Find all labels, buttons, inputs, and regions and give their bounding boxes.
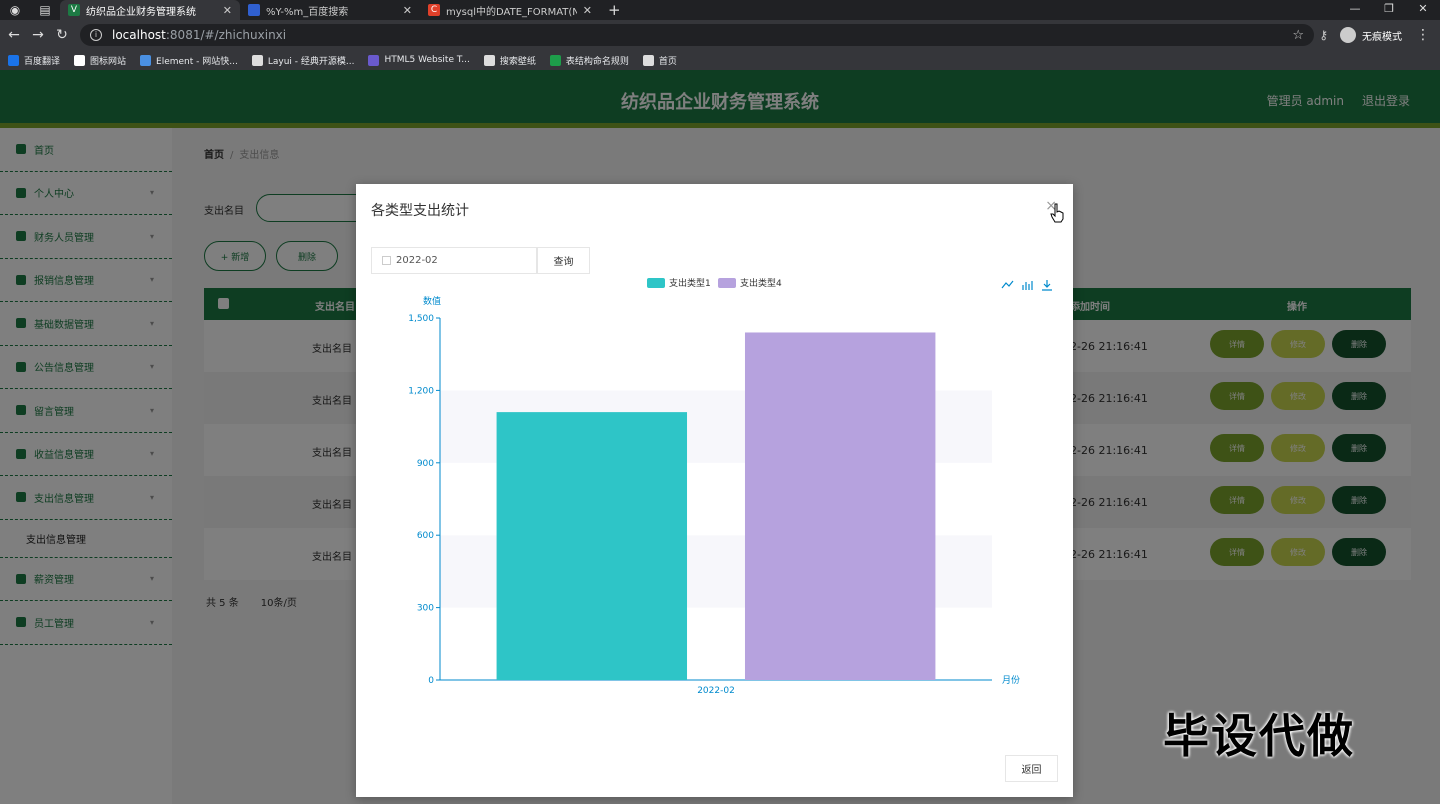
- incognito-icon: [1340, 27, 1356, 43]
- back-arrow-icon[interactable]: ←: [2, 27, 26, 43]
- browser-tabbar: ◉ ▤ V 纺织品企业财务管理系统 ✕ %Y-%m_百度搜索 ✕ Cmysql中的DATE…: [0, 0, 1440, 20]
- y-tick-label: 300: [417, 604, 434, 614]
- bookmark-item[interactable]: Layui - 经典开源模...: [251, 54, 355, 67]
- reload-icon[interactable]: ↻: [50, 27, 74, 43]
- new-tab-icon[interactable]: +: [608, 1, 621, 19]
- hand-cursor-icon: [1050, 203, 1064, 223]
- y-tick-label: 900: [417, 459, 434, 469]
- tab-favicon-icon: V: [68, 4, 80, 16]
- bookmark-label: 搜索壁纸: [499, 56, 536, 67]
- y-axis-label: 数值: [423, 295, 441, 307]
- bookmark-label: Element - 网站快...: [156, 56, 238, 67]
- legend-label: 支出类型1: [669, 277, 711, 289]
- more-menu-icon[interactable]: ⋮: [1416, 27, 1430, 43]
- tab-favicon-icon: C: [428, 4, 440, 16]
- password-key-icon[interactable]: ⚷: [1319, 28, 1328, 42]
- legend-label: 支出类型4: [740, 277, 782, 289]
- month-picker-value: 2022-02: [396, 255, 438, 266]
- tab-close-icon[interactable]: ✕: [403, 4, 412, 17]
- tab-close-icon[interactable]: ✕: [583, 4, 592, 17]
- bookmark-label: 图标网站: [90, 56, 127, 67]
- address-bar[interactable]: i localhost:8081/#/zhichuxinxi ☆: [80, 24, 1314, 46]
- tab-strip: V 纺织品企业财务管理系统 ✕ %Y-%m_百度搜索 ✕ Cmysql中的DATE_FOR…: [60, 0, 600, 20]
- site-info-icon[interactable]: i: [90, 29, 102, 41]
- window-controls: — ❐ ✕: [1338, 0, 1440, 20]
- x-axis-label: 月份: [1002, 674, 1020, 686]
- bookmark-label: HTML5 Website T...: [384, 55, 470, 65]
- watermark-text: 毕设代做: [1163, 709, 1355, 763]
- bookmark-item[interactable]: 图标网站: [74, 54, 126, 67]
- toolbar-right: ⚷ 无痕模式 ⋮: [1319, 20, 1440, 50]
- bookmark-favicon-icon: [549, 54, 561, 66]
- tab-close-icon[interactable]: ✕: [223, 4, 232, 17]
- bookmark-item[interactable]: Element - 网站快...: [140, 54, 238, 67]
- browser-menu-icon[interactable]: ◉: [0, 0, 30, 20]
- tab-title: mysql中的DATE_FORMAT(NO: [446, 6, 577, 18]
- expense-bar-chart: 0 300 600 900 1,200 1,500 数值月份 2022-02 支出类型1 支出类型…: [408, 277, 1052, 696]
- modal-title: 各类型支出统计: [371, 203, 469, 219]
- bookmark-item[interactable]: 首页: [642, 54, 677, 67]
- bookmark-favicon-icon: [74, 54, 86, 66]
- bookmark-label: 表结构命名规则: [565, 56, 629, 67]
- bookmark-favicon-icon: [140, 54, 152, 66]
- bookmark-star-icon[interactable]: ☆: [1292, 28, 1304, 43]
- restore-icon[interactable]: ❐: [1372, 0, 1406, 20]
- x-tick-label: 2022-02: [697, 686, 735, 696]
- legend-swatch: [647, 278, 665, 288]
- bookmark-item[interactable]: HTML5 Website T...: [368, 54, 470, 66]
- browser-tab[interactable]: %Y-%m_百度搜索 ✕: [240, 0, 420, 20]
- bar: [496, 412, 688, 680]
- bookmark-favicon-icon: [8, 54, 19, 66]
- bookmark-label: 首页: [658, 56, 677, 67]
- bookmark-label: Layui - 经典开源模...: [267, 56, 355, 67]
- stats-modal: 各类型支出统计 × 2022-02 查询 0 300 600 900 1,200 1,50…: [356, 184, 1073, 797]
- minimize-icon[interactable]: —: [1338, 0, 1372, 20]
- browser-tab[interactable]: Cmysql中的DATE_FORMAT(NO ✕: [420, 0, 600, 20]
- browser-tab[interactable]: V 纺织品企业财务管理系统 ✕: [60, 0, 240, 20]
- bookmark-favicon-icon: [642, 54, 654, 66]
- incognito-label[interactable]: 无痕模式: [1362, 28, 1402, 43]
- tab-search-icon[interactable]: ▤: [30, 0, 60, 20]
- bookmark-item[interactable]: 搜索壁纸: [483, 54, 536, 67]
- url-host: localhost: [112, 28, 166, 42]
- y-tick-label: 1,200: [408, 386, 434, 396]
- y-tick-label: 0: [428, 676, 434, 686]
- bookmark-label: 百度翻译: [24, 56, 61, 67]
- legend-swatch: [718, 278, 736, 288]
- bar: [744, 332, 936, 680]
- y-tick-label: 1,500: [408, 314, 434, 324]
- url-path: :8081/#/zhichuxinxi: [165, 28, 287, 42]
- bookmark-favicon-icon: [251, 54, 263, 66]
- tab-title: %Y-%m_百度搜索: [266, 6, 349, 18]
- tab-title: 纺织品企业财务管理系统: [86, 6, 196, 18]
- bookmark-favicon-icon: [368, 54, 380, 66]
- tab-favicon-icon: [248, 4, 260, 16]
- bookmark-favicon-icon: [483, 54, 495, 66]
- bar-chart-toggle-icon[interactable]: [1022, 281, 1033, 290]
- browser-toolbar: ← → ↻ i localhost:8081/#/zhichuxinxi ☆ ⚷…: [0, 20, 1440, 50]
- bookmark-item[interactable]: 百度翻译: [8, 54, 60, 67]
- window-close-icon[interactable]: ✕: [1406, 0, 1440, 20]
- y-tick-label: 600: [417, 531, 434, 541]
- forward-arrow-icon[interactable]: →: [26, 27, 50, 43]
- bookmarks-bar: 百度翻译 图标网站 Element - 网站快... Layui - 经典开源模...…: [0, 50, 1440, 70]
- bookmark-item[interactable]: 表结构命名规则: [549, 54, 629, 67]
- save-image-icon[interactable]: [1042, 280, 1052, 291]
- calendar-icon: [382, 256, 391, 265]
- back-button[interactable]: 返回: [1005, 755, 1058, 782]
- line-chart-toggle-icon[interactable]: [1001, 280, 1014, 289]
